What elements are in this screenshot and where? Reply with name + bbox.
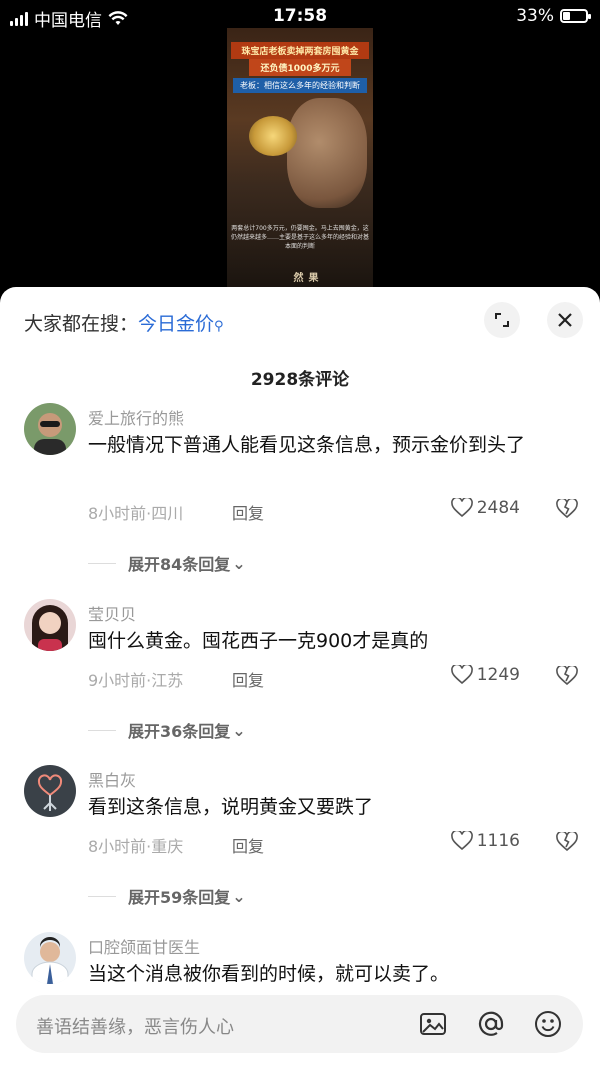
like-button[interactable]: 1116 [450,831,520,851]
avatar[interactable] [24,403,76,455]
divider [88,895,116,897]
video-caption-1: 珠宝店老板卖掉两套房囤黄金 [231,42,369,59]
reply-button[interactable]: 回复 [232,667,264,691]
dislike-button[interactable] [556,664,578,690]
chevron-down-icon: ⌄ [232,720,246,740]
like-button[interactable]: 1249 [450,665,520,685]
expand-replies[interactable]: 展开36条回复 ⌄ [88,718,246,742]
expand-replies-label: 展开84条回复 [128,555,231,574]
like-count: 1116 [476,831,520,851]
search-prefix: 大家都在搜： [24,313,139,335]
video-hand [287,98,367,208]
video-caption-2: 还负债1000多万元 [249,59,351,76]
expand-replies-label: 展开59条回复 [128,888,231,907]
chevron-down-icon: ⌄ [232,553,246,573]
search-icon: ⚲ [214,319,224,334]
expand-replies[interactable]: 展开84条回复 ⌄ [88,551,246,575]
broken-heart-icon [556,497,578,519]
video-caption-3: 老板：相信这么多年的经验和判断 [233,78,367,93]
broken-heart-icon [556,664,578,686]
battery-level [563,12,570,20]
comment-text: 看到这条信息，说明黄金又要跌了 [88,796,374,818]
comment-text: 一般情况下普通人能看见这条信息，预示金价到头了 [88,434,526,456]
search-suggestion[interactable]: 大家都在搜：今日金价⚲ [24,309,224,336]
close-button[interactable] [547,302,583,338]
expand-replies[interactable]: 展开59条回复 ⌄ [88,884,246,908]
expand-replies-label: 展开36条回复 [128,722,231,741]
divider [88,562,116,564]
comment-text: 当这个消息被你看到的时候，就可以卖了。 [88,963,450,985]
avatar[interactable] [24,599,76,651]
expand-button[interactable] [484,302,520,338]
comment-username[interactable]: 口腔颌面甘医生 [88,934,200,958]
video-player[interactable]: 珠宝店老板卖掉两套房囤黄金 还负债1000多万元 老板：相信这么多年的经验和判断… [227,28,373,290]
chevron-down-icon: ⌄ [232,886,246,906]
battery-icon [560,9,591,23]
heart-icon [450,498,473,518]
comment-username[interactable]: 爱上旅行的熊 [88,405,184,429]
heart-icon [450,665,473,685]
comment-sheet: 大家都在搜：今日金价⚲ 2928条评论 爱上旅行的熊 一般情况下普通人能看见这条… [0,287,600,1066]
reply-button[interactable]: 回复 [232,500,264,524]
divider [88,729,116,731]
comment-username[interactable]: 莹贝贝 [88,601,136,625]
at-icon[interactable] [476,1009,506,1039]
like-button[interactable]: 2484 [450,498,520,518]
video-subtitle: 两套总计700多万元，仍要囤金。马上去囤黄金，这仍然越来越多……主要是基于这么多… [231,225,370,250]
dislike-button[interactable] [556,830,578,856]
heart-icon [450,831,473,851]
comment-input[interactable]: 善语结善缘，恶言伤人心 [16,995,583,1053]
comment-meta: 8小时前·重庆 [88,837,184,856]
comment-username[interactable]: 黑白灰 [88,767,136,791]
comment-input-placeholder: 善语结善缘，恶言伤人心 [36,1017,234,1038]
avatar[interactable] [24,765,76,817]
avatar[interactable] [24,932,76,984]
clock: 17:58 [272,6,328,26]
video-gold-ornament [249,116,297,156]
comment-text: 囤什么黄金。囤花西子一克900才是真的 [88,630,429,652]
close-icon [558,313,572,327]
comment-meta: 9小时前·江苏 [88,671,184,690]
broken-heart-icon [556,830,578,852]
status-right: 33% [516,6,591,26]
battery-percent: 33% [516,6,554,26]
search-keyword[interactable]: 今日金价 [138,313,214,335]
image-icon[interactable] [418,1009,448,1039]
emoji-icon[interactable] [533,1009,563,1039]
expand-icon [495,313,509,327]
dislike-button[interactable] [556,497,578,523]
comment-count: 2928条评论 [250,370,350,390]
comment-meta: 8小时前·四川 [88,504,184,523]
reply-button[interactable]: 回复 [232,833,264,857]
like-count: 1249 [476,665,520,685]
like-count: 2484 [476,498,520,518]
